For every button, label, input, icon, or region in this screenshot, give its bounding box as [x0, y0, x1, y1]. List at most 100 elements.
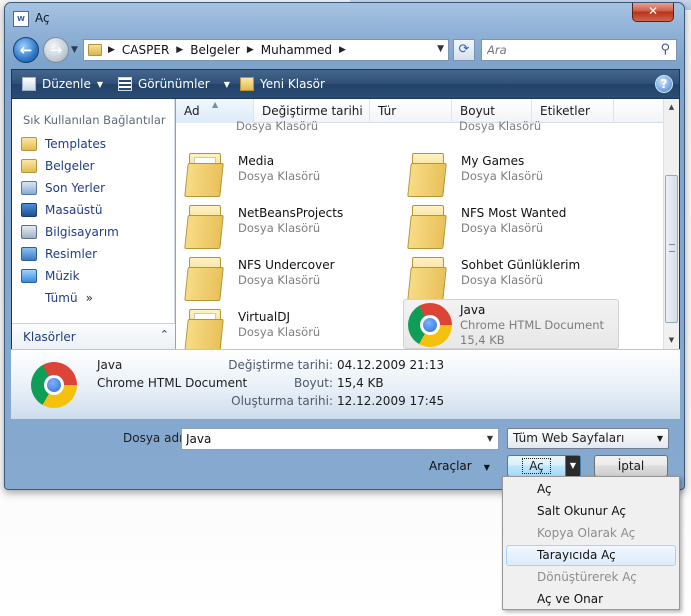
- file-tile[interactable]: Sohbet Günlüklerim Dosya Klasörü: [401, 253, 617, 303]
- organize-menu[interactable]: Düzenle ▼: [22, 77, 103, 91]
- menu-item-open[interactable]: Aç: [506, 479, 676, 500]
- filename-combobox[interactable]: ▼: [181, 428, 499, 450]
- chrome-icon: [408, 303, 452, 347]
- address-dropdown-icon[interactable]: ▼: [437, 44, 444, 54]
- folder-icon: [184, 205, 224, 249]
- file-type-value: Tüm Web Sayfaları: [513, 431, 625, 445]
- menu-item-open-as-copy: Kopya Olarak Aç: [537, 526, 636, 540]
- recent-places-icon: [21, 181, 37, 195]
- open-file-dialog: W Aç ✕ ← → ▼ ▶ CASPER ▶ Belgeler ▶ Muham…: [4, 2, 685, 490]
- filename-label: Dosya adı:: [123, 431, 187, 445]
- breadcrumb-separator-icon[interactable]: ▶: [339, 45, 346, 55]
- sort-ascending-icon: ▲: [212, 100, 219, 109]
- file-type: Chrome HTML Document: [460, 318, 604, 332]
- file-tile[interactable]: NetBeansProjects Dosya Klasörü: [178, 201, 394, 251]
- open-button-label: Aç: [522, 458, 551, 474]
- search-box[interactable]: ⚲: [481, 39, 677, 61]
- views-menu[interactable]: Görünümler ▼: [118, 77, 230, 91]
- new-folder-label: Yeni Klasör: [260, 77, 325, 91]
- search-icon[interactable]: ⚲: [660, 42, 670, 57]
- details-created-value: 12.12.2009 17:45: [337, 394, 445, 408]
- file-tile[interactable]: NFS Undercover Dosya Klasörü: [178, 253, 394, 303]
- file-type: Dosya Klasörü: [238, 221, 321, 235]
- file-type-select[interactable]: Tüm Web Sayfaları ▼: [507, 428, 669, 449]
- file-tile[interactable]: Media Dosya Klasörü: [178, 149, 394, 199]
- file-name: NFS Undercover: [238, 258, 335, 272]
- file-name: VirtualDJ: [238, 310, 290, 324]
- favorite-links-pane: Sık Kullanılan Bağlantılar Templates Bel…: [11, 99, 175, 349]
- column-type[interactable]: Tür: [370, 99, 452, 123]
- forward-button[interactable]: →: [43, 37, 69, 63]
- breadcrumb-belgeler[interactable]: Belgeler: [190, 43, 240, 57]
- sidebar-item-bilgisayarim[interactable]: Bilgisayarım: [21, 223, 119, 241]
- folder-icon: [88, 44, 102, 56]
- help-button[interactable]: ?: [655, 75, 673, 93]
- close-button[interactable]: ✕: [632, 3, 674, 22]
- column-name-label: Ad: [184, 104, 200, 118]
- partial-row-type: Dosya Klasörü: [459, 119, 542, 133]
- scroll-thumb[interactable]: [665, 175, 678, 323]
- refresh-button[interactable]: ⟳: [453, 39, 475, 61]
- sidebar-item-resimler[interactable]: Resimler: [21, 245, 97, 263]
- file-tile-selected[interactable]: Java Chrome HTML Document 15,4 KB: [403, 299, 619, 349]
- window-title: Aç: [35, 11, 50, 25]
- breadcrumb-muhammed[interactable]: Muhammed: [261, 43, 332, 57]
- folders-toggle[interactable]: Klasörler ⌃: [12, 323, 175, 349]
- tools-label: Araçlar: [429, 459, 472, 473]
- details-size-value: 15,4 KB: [337, 376, 384, 390]
- vertical-scrollbar[interactable]: ▲ ▼: [663, 99, 679, 349]
- sidebar-item-label: Müzik: [45, 269, 80, 283]
- column-type-label: Tür: [378, 104, 397, 118]
- open-split-button[interactable]: Aç ▼: [507, 455, 581, 477]
- menu-item-open-read-only[interactable]: Salt Okunur Aç: [506, 501, 676, 522]
- sidebar-item-muzik[interactable]: Müzik: [21, 267, 80, 285]
- open-options-menu: Aç Salt Okunur Aç Kopya Olarak Aç Tarayı…: [502, 476, 680, 610]
- breadcrumb-casper[interactable]: CASPER: [122, 43, 169, 57]
- file-name: NFS Most Wanted: [461, 206, 567, 220]
- sidebar-item-templates[interactable]: Templates: [21, 135, 106, 153]
- folder-icon: [407, 257, 447, 301]
- column-tags-label: Etiketler: [540, 104, 590, 118]
- address-bar[interactable]: ▶ CASPER ▶ Belgeler ▶ Muhammed ▶ ▼: [83, 39, 449, 61]
- file-name: Java: [460, 303, 486, 317]
- file-name: Media: [238, 154, 275, 168]
- new-folder-button[interactable]: Yeni Klasör: [240, 77, 325, 91]
- breadcrumb-separator-icon[interactable]: ▶: [108, 45, 115, 55]
- file-tile[interactable]: My Games Dosya Klasörü: [401, 149, 617, 199]
- chevron-down-icon[interactable]: ▼: [487, 434, 493, 443]
- filename-input[interactable]: [182, 429, 472, 449]
- sidebar-item-label: Templates: [45, 137, 107, 151]
- computer-icon: [21, 225, 37, 239]
- breadcrumb-separator-icon[interactable]: ▶: [176, 45, 183, 55]
- sidebar-item-son-yerler[interactable]: Son Yerler: [21, 179, 105, 197]
- file-type: Dosya Klasörü: [238, 169, 321, 183]
- recent-pages-chevron-icon[interactable]: ▼: [71, 45, 78, 55]
- menu-item-open-and-repair[interactable]: Aç ve Onar: [506, 589, 676, 610]
- chevron-up-icon[interactable]: ⌃: [160, 328, 169, 341]
- scroll-down-arrow-icon[interactable]: ▼: [664, 332, 679, 349]
- tools-menu[interactable]: Araçlar ▼: [429, 459, 490, 473]
- title-bar: W Aç ✕: [5, 3, 684, 33]
- column-tags[interactable]: Etiketler: [532, 99, 614, 123]
- folder-icon: [407, 205, 447, 249]
- folder-icon: [407, 153, 447, 197]
- cancel-button[interactable]: İptal: [594, 455, 668, 477]
- views-label: Görünümler: [138, 77, 210, 91]
- sidebar-item-masaustu[interactable]: Masaüstü: [21, 201, 102, 219]
- back-button[interactable]: ←: [13, 37, 39, 63]
- sidebar-item-label: Belgeler: [45, 159, 95, 173]
- scroll-up-arrow-icon[interactable]: ▲: [664, 99, 679, 116]
- chevron-down-icon: ▼: [656, 434, 663, 443]
- sidebar-item-belgeler[interactable]: Belgeler: [21, 157, 95, 175]
- open-button[interactable]: Aç: [508, 456, 566, 476]
- pictures-icon: [21, 247, 37, 261]
- open-options-dropdown-icon[interactable]: ▼: [566, 456, 580, 476]
- new-folder-icon: [240, 77, 254, 91]
- search-input[interactable]: [482, 40, 642, 60]
- file-tile[interactable]: VirtualDJ Dosya Klasörü: [178, 305, 394, 355]
- menu-item-open-in-browser[interactable]: Tarayıcıda Aç: [506, 545, 676, 566]
- breadcrumb-separator-icon[interactable]: ▶: [247, 45, 254, 55]
- sidebar-item-more[interactable]: Tümü »: [45, 289, 93, 307]
- menu-item-open-with-transform: Dönüştürerek Aç: [537, 570, 637, 584]
- file-tile[interactable]: NFS Most Wanted Dosya Klasörü: [401, 201, 617, 251]
